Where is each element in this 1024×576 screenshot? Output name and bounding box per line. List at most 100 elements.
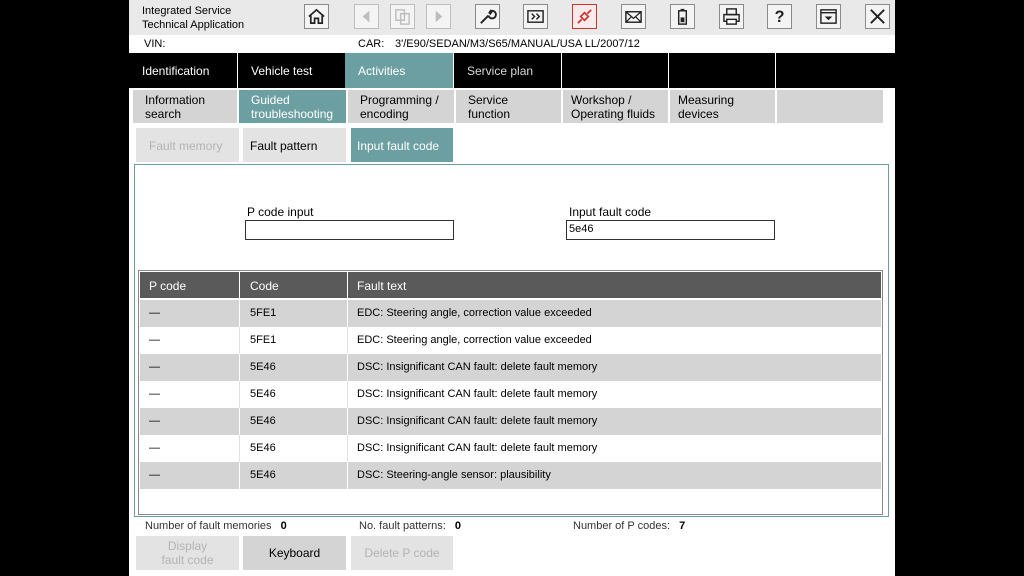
button-label-line1: Display [167, 539, 208, 553]
table-row[interactable]: — 5E46 DSC: Insignificant CAN fault: delet… [140, 354, 881, 381]
tab-fault-pattern[interactable]: Fault pattern [243, 128, 346, 162]
subtab-guided-troubleshooting[interactable]: Guided troubleshooting [239, 90, 346, 123]
cell-pcode: — [149, 334, 160, 346]
app-window: Integrated Service Technical Application [129, 0, 895, 576]
tab-label: Activities [358, 64, 406, 78]
cell-fault-text: DSC: Insignificant CAN fault: delete fau… [357, 415, 598, 427]
mail-button[interactable] [621, 4, 646, 29]
cell-fault-text: DSC: Steering-angle sensor: plausibility [357, 469, 551, 481]
cell-fault-text: DSC: Insignificant CAN fault: delete fau… [357, 361, 598, 373]
table-row[interactable]: — 5E46 DSC: Insignificant CAN fault: delet… [140, 381, 881, 408]
subtab-label-line2: troubleshooting [251, 107, 334, 121]
copy-icon [395, 9, 410, 25]
wrench-button[interactable] [475, 4, 500, 29]
cell-fault-text: DSC: Insignificant CAN fault: delete fau… [357, 442, 598, 454]
table-row[interactable]: — 5FE1 EDC: Steering angle, correction val… [140, 300, 881, 327]
window-dropdown-button[interactable] [816, 4, 841, 29]
subtab-label-line1: Service [468, 93, 509, 107]
fault-code-input[interactable]: 5e46 [566, 220, 775, 240]
subtab-label-line1: Programming / [360, 93, 439, 107]
tab-divider [668, 53, 669, 88]
title-bar: Integrated Service Technical Application [129, 0, 895, 35]
fault-memories-label: Number of fault memories [145, 520, 272, 532]
subtab-workshop-operating-fluids[interactable]: Workshop / Operating fluids [563, 90, 668, 123]
delete-pcode-button[interactable]: Delete P code [351, 536, 453, 570]
cell-divider [239, 462, 240, 489]
tab-divider [775, 53, 776, 88]
help-button[interactable]: ? [767, 4, 792, 29]
home-button[interactable] [304, 4, 329, 29]
battery-bay-button[interactable] [523, 4, 548, 29]
keyboard-button[interactable]: Keyboard [243, 536, 346, 570]
cell-code: 5E46 [250, 388, 276, 400]
fault-patterns-count: No. fault patterns: 0 [359, 520, 461, 532]
button-label: Keyboard [268, 546, 321, 560]
table-row[interactable]: — 5E46 DSC: Insignificant CAN fault: delet… [140, 408, 881, 435]
subtab-information-search[interactable]: Information search [133, 90, 237, 123]
cell-divider [239, 300, 240, 327]
display-fault-code-button[interactable]: Display fault code [136, 536, 239, 570]
subtab-label-line1: Measuring [678, 93, 735, 107]
header-pcode[interactable]: P code [149, 272, 186, 298]
tab-service-plan[interactable]: Service plan [454, 53, 560, 88]
cell-code: 5FE1 [250, 307, 277, 319]
subtab-label-line2: Operating fluids [571, 107, 656, 121]
pcode-input-label: P code input [247, 205, 314, 219]
tab-label: Input fault code [357, 139, 440, 153]
table-row[interactable]: — 5FE1 EDC: Steering angle, correction val… [140, 327, 881, 354]
content-panel: P code input Input fault code 5e46 P cod… [134, 164, 889, 517]
tab-identification[interactable]: Identification [129, 53, 235, 88]
cell-divider [239, 354, 240, 381]
car-label: CAR: [358, 38, 385, 50]
tab-input-fault-code[interactable]: Input fault code [351, 128, 453, 162]
subtab-service-function[interactable]: Service function [456, 90, 561, 123]
fault-patterns-label: No. fault patterns: [359, 520, 446, 532]
pcodes-label: Number of P codes: [573, 520, 671, 532]
fault-memories-count: Number of fault memories 0 [145, 520, 287, 532]
table-row[interactable]: — 5E46 DSC: Steering-angle sensor: plausib… [140, 462, 881, 489]
subtab-programming-encoding[interactable]: Programming / encoding [348, 90, 454, 123]
tab-label: Vehicle test [251, 64, 313, 78]
connector-button[interactable] [572, 4, 597, 29]
tab-activities[interactable]: Activities [345, 53, 453, 88]
pcode-input[interactable] [245, 220, 454, 240]
fault-code-input-label: Input fault code [569, 205, 652, 219]
table-row[interactable]: — 5E46 DSC: Insignificant CAN fault: delet… [140, 435, 881, 462]
back-button[interactable] [354, 4, 379, 29]
cell-code: 5E46 [250, 361, 276, 373]
fault-table: P code Code Fault text — 5FE1 EDC: Steerin… [138, 270, 883, 515]
tab-fault-memory[interactable]: Fault memory [136, 128, 239, 162]
svg-text:?: ? [775, 8, 785, 26]
header-fault-text[interactable]: Fault text [357, 272, 406, 298]
close-button[interactable] [865, 4, 890, 29]
tab-label: Service plan [467, 64, 534, 78]
cell-divider [239, 408, 240, 435]
printer-button[interactable] [719, 4, 744, 29]
forward-button[interactable] [426, 4, 451, 29]
battery-icon [677, 8, 688, 25]
subtab-label-line2: encoding [360, 107, 409, 121]
main-tabs: Identification Vehicle test Activities S… [129, 53, 895, 88]
cell-fault-text: DSC: Insignificant CAN fault: delete fau… [357, 388, 598, 400]
close-icon [870, 9, 885, 24]
printer-icon [723, 8, 740, 25]
tab-label: Fault memory [149, 139, 223, 153]
tab-vehicle-test[interactable]: Vehicle test [238, 53, 344, 88]
pcodes-count: Number of P codes: 7 [573, 520, 685, 532]
subtab-label-line1: Workshop / [571, 93, 632, 107]
subtab-measuring-devices[interactable]: Measuring devices [670, 90, 775, 123]
cell-pcode: — [149, 361, 160, 373]
connector-icon [577, 9, 592, 24]
cell-pcode: — [149, 388, 160, 400]
vehicle-info-line: VIN: CAR: 3'/E90/SEDAN/M3/S65/MANUAL/USA… [129, 35, 895, 53]
subtab-label-line2: function [468, 107, 511, 121]
header-code[interactable]: Code [250, 272, 279, 298]
cell-pcode: — [149, 415, 160, 427]
copy-button[interactable] [390, 4, 415, 29]
cell-divider [347, 435, 348, 462]
table-header: P code Code Fault text [140, 272, 881, 298]
cell-divider [347, 381, 348, 408]
cell-divider [239, 327, 240, 354]
cell-divider [347, 354, 348, 381]
battery-button[interactable] [670, 4, 695, 29]
